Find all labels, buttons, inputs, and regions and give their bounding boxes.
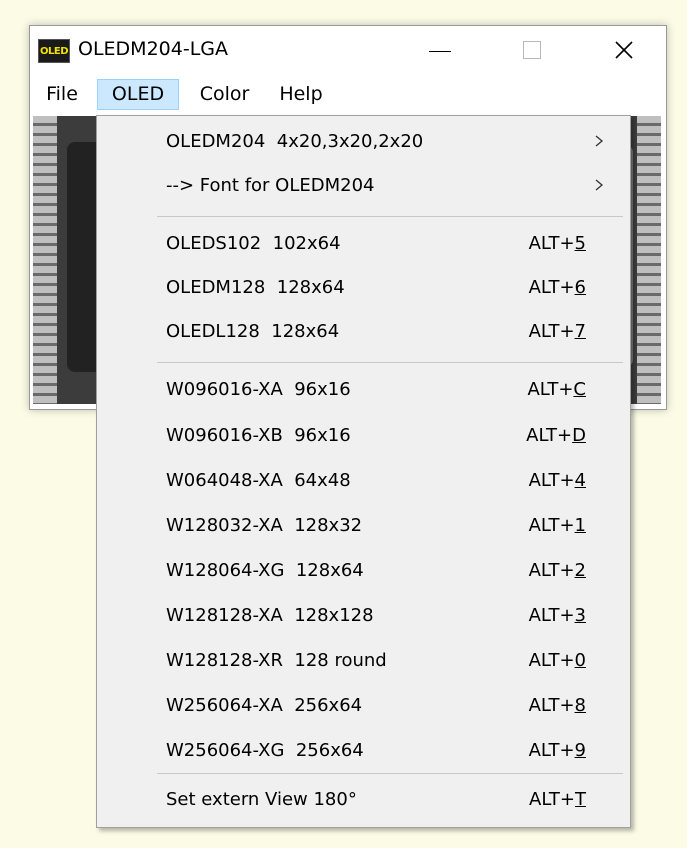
menu-item-shortcut: ALT+1 (528, 515, 586, 536)
menu-item-shortcut: ALT+6 (528, 277, 586, 298)
menu-item-shortcut: ALT+D (526, 425, 586, 446)
menu-item-oledm204[interactable]: OLEDM204 4x20,3x20,2x20 (97, 122, 630, 162)
minimize-button[interactable] (410, 30, 470, 70)
menu-item-w128128-xr[interactable]: W128128-XR 128 round ALT+0 (97, 641, 630, 681)
menu-item-shortcut: ALT+8 (528, 695, 586, 716)
menu-item-shortcut: ALT+T (529, 789, 586, 810)
menu-item-font-oledm204[interactable]: --> Font for OLEDM204 (97, 166, 630, 206)
menu-item-label: W256064-XG 256x64 (166, 740, 364, 761)
menu-item-label: W128032-XA 128x32 (166, 515, 363, 536)
menu-item-shortcut: ALT+3 (528, 605, 586, 626)
maximize-icon (523, 41, 541, 59)
menu-item-set-extern-view[interactable]: Set extern View 180° ALT+T (97, 780, 630, 820)
menu-item-shortcut: ALT+7 (528, 321, 586, 342)
close-button[interactable] (594, 30, 654, 70)
menu-item-oleds102[interactable]: OLEDS102 102x64 ALT+5 (97, 224, 630, 264)
menu-help[interactable]: Help (271, 79, 331, 110)
oled-app-icon[interactable]: OLED (38, 39, 70, 63)
menu-item-shortcut: ALT+2 (528, 560, 586, 581)
maximize-button[interactable] (502, 30, 562, 70)
menu-item-shortcut: ALT+5 (528, 233, 586, 254)
menu-item-label: OLEDL128 128x64 (166, 321, 340, 342)
menu-item-label: W096016-XB 96x16 (166, 425, 351, 446)
menu-bar: File OLED Color Help (30, 76, 666, 113)
menu-separator (157, 216, 623, 217)
right-connector-strip (637, 116, 661, 404)
menu-item-oledm128[interactable]: OLEDM128 128x64 ALT+6 (97, 268, 630, 308)
minimize-icon (429, 50, 451, 52)
menu-item-label: Set extern View 180° (166, 789, 357, 810)
menu-item-shortcut: ALT+C (527, 379, 586, 400)
menu-item-w128064-xg[interactable]: W128064-XG 128x64 ALT+2 (97, 551, 630, 591)
menu-item-shortcut: ALT+9 (528, 740, 586, 761)
close-icon (615, 41, 633, 59)
menu-item-w256064-xg[interactable]: W256064-XG 256x64 ALT+9 (97, 731, 630, 771)
app-icon-label: OLED (39, 45, 69, 57)
oled-dropdown-menu: OLEDM204 4x20,3x20,2x20 --> Font for OLE… (96, 115, 631, 828)
menu-item-w128128-xa[interactable]: W128128-XA 128x128 ALT+3 (97, 596, 630, 636)
window-title: OLEDM204-LGA (78, 38, 228, 60)
menu-item-label: W256064-XA 256x64 (166, 695, 363, 716)
menu-item-label: OLEDM128 128x64 (166, 277, 345, 298)
menu-separator (157, 773, 623, 774)
menu-item-shortcut: ALT+0 (528, 650, 586, 671)
menu-item-w256064-xa[interactable]: W256064-XA 256x64 ALT+8 (97, 686, 630, 726)
menu-separator (157, 362, 623, 363)
menu-color[interactable]: Color (188, 79, 261, 110)
menu-item-label: W096016-XA 96x16 (166, 379, 351, 400)
menu-item-label: --> Font for OLEDM204 (166, 175, 375, 196)
menu-item-label: OLEDM204 4x20,3x20,2x20 (166, 131, 424, 152)
menu-item-shortcut: ALT+4 (528, 470, 586, 491)
menu-item-label: W064048-XA 64x48 (166, 470, 351, 491)
chevron-right-icon (595, 179, 604, 191)
menu-item-label: OLEDS102 102x64 (166, 233, 341, 254)
menu-item-oledl128[interactable]: OLEDL128 128x64 ALT+7 (97, 312, 630, 352)
menu-item-label: W128128-XR 128 round (166, 650, 387, 671)
menu-item-w064048-xa[interactable]: W064048-XA 64x48 ALT+4 (97, 461, 630, 501)
left-connector-strip (33, 116, 57, 404)
chevron-right-icon (595, 135, 604, 147)
menu-item-label: W128064-XG 128x64 (166, 560, 364, 581)
menu-item-w128032-xa[interactable]: W128032-XA 128x32 ALT+1 (97, 506, 630, 546)
menu-item-label: W128128-XA 128x128 (166, 605, 374, 626)
menu-item-w096016-xb[interactable]: W096016-XB 96x16 ALT+D (97, 416, 630, 456)
menu-oled[interactable]: OLED (97, 79, 179, 110)
title-bar[interactable]: OLED OLEDM204-LGA (30, 26, 666, 76)
menu-item-w096016-xa[interactable]: W096016-XA 96x16 ALT+C (97, 370, 630, 410)
menu-file[interactable]: File (38, 79, 86, 110)
